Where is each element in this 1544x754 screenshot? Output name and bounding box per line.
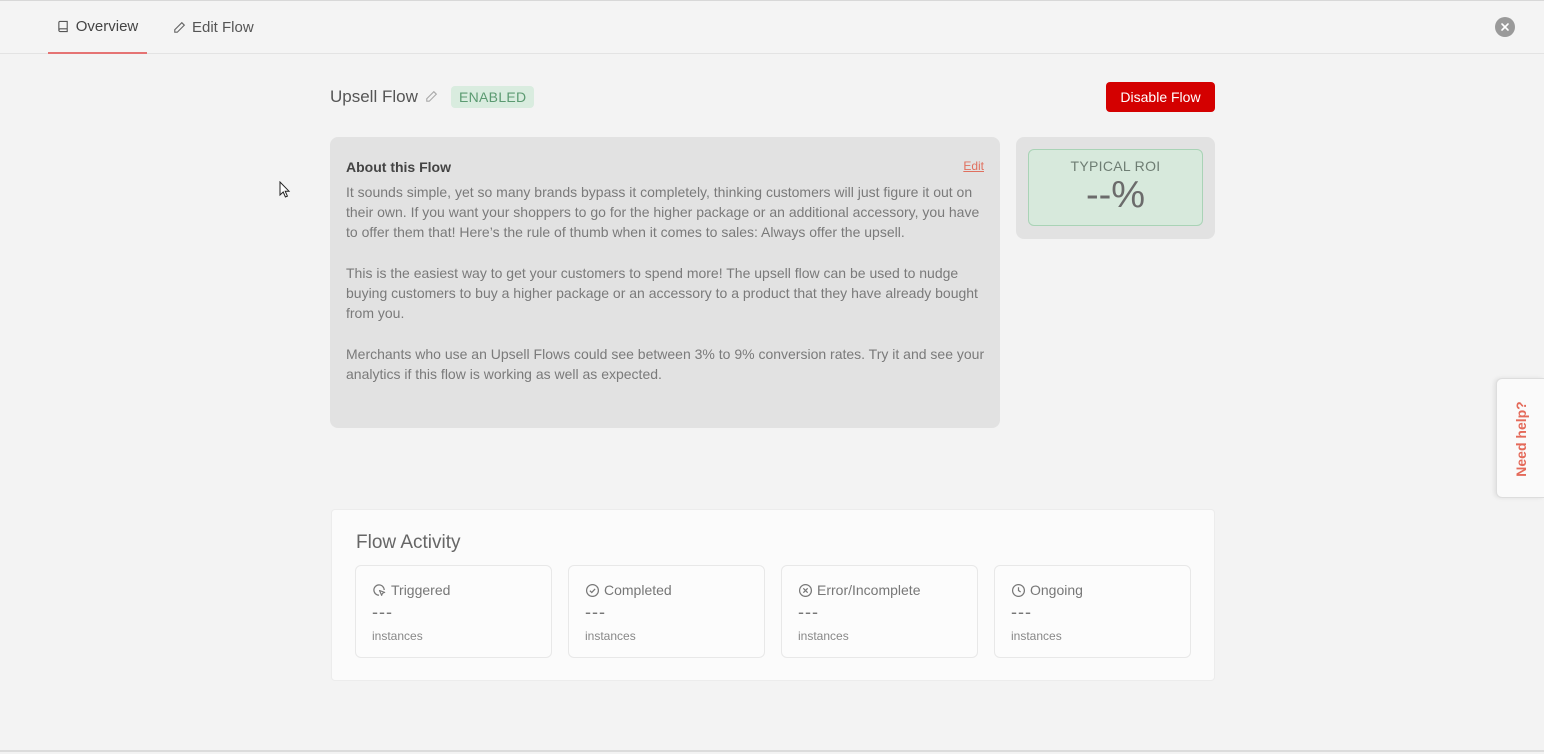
status-badge: ENABLED [451,86,535,108]
roi-label: TYPICAL ROI [1070,158,1161,174]
stat-ongoing: Ongoing --- instances [994,565,1191,658]
stat-unit: instances [1011,629,1062,643]
roi-panel: TYPICAL ROI --% [1028,149,1203,226]
clock-icon [1011,583,1026,597]
check-circle-icon [585,583,600,597]
stat-unit: instances [372,629,423,643]
stat-error-incomplete: Error/Incomplete --- instances [781,565,978,658]
about-flow-card: About this Flow Edit It sounds simple, y… [330,137,1000,428]
tab-edit-flow[interactable]: Edit Flow [173,1,254,54]
close-button[interactable] [1495,17,1515,37]
bottom-divider [0,750,1544,752]
stat-value: --- [798,602,819,622]
roi-value: --% [1085,174,1146,216]
stat-label: Triggered [391,582,451,598]
stat-label: Completed [604,582,672,598]
x-circle-icon [798,583,813,597]
about-paragraph: Merchants who use an Upsell Flows could … [346,345,985,382]
disable-flow-button[interactable]: Disable Flow [1106,82,1215,112]
activity-title: Flow Activity [356,532,461,553]
roi-card: TYPICAL ROI --% [1016,137,1215,239]
about-paragraph: This is the easiest way to get your cust… [346,264,978,322]
tab-overview[interactable]: Overview [48,1,147,54]
stat-triggered: Triggered --- instances [355,565,552,658]
tab-edit-flow-label: Edit Flow [192,19,254,36]
stat-header: Completed [585,582,672,598]
about-description: It sounds simple, yet so many brands byp… [346,182,986,404]
mouse-pointer-icon [279,181,291,198]
stat-completed: Completed --- instances [568,565,765,658]
close-icon [1501,23,1509,31]
stat-value: --- [1011,602,1032,622]
cursor-click-icon [373,583,386,596]
stat-label: Error/Incomplete [817,582,921,598]
stat-value: --- [585,602,606,622]
stat-header: Triggered [372,582,450,598]
flow-activity-card: Flow Activity Triggered --- instances Co… [331,509,1215,681]
stat-label: Ongoing [1030,582,1083,598]
edit-title-icon[interactable] [425,90,438,103]
top-tab-bar: Overview Edit Flow [0,0,1544,54]
stat-unit: instances [585,629,636,643]
stat-value: --- [372,602,393,622]
tab-overview-label: Overview [75,18,139,35]
about-edit-link[interactable]: Edit [963,159,984,173]
pencil-icon [174,21,186,33]
flow-header: Upsell Flow ENABLED Disable Flow [330,82,1215,112]
need-help-label: Need help? [1513,401,1529,477]
page-title: Upsell Flow [330,87,418,106]
stat-header: Error/Incomplete [798,582,920,598]
need-help-tab[interactable]: Need help? [1496,378,1544,498]
book-icon [58,20,68,33]
stat-unit: instances [798,629,849,643]
about-title: About this Flow [346,159,451,175]
stat-header: Ongoing [1011,582,1083,598]
about-paragraph: It sounds simple, yet so many brands byp… [346,184,980,241]
